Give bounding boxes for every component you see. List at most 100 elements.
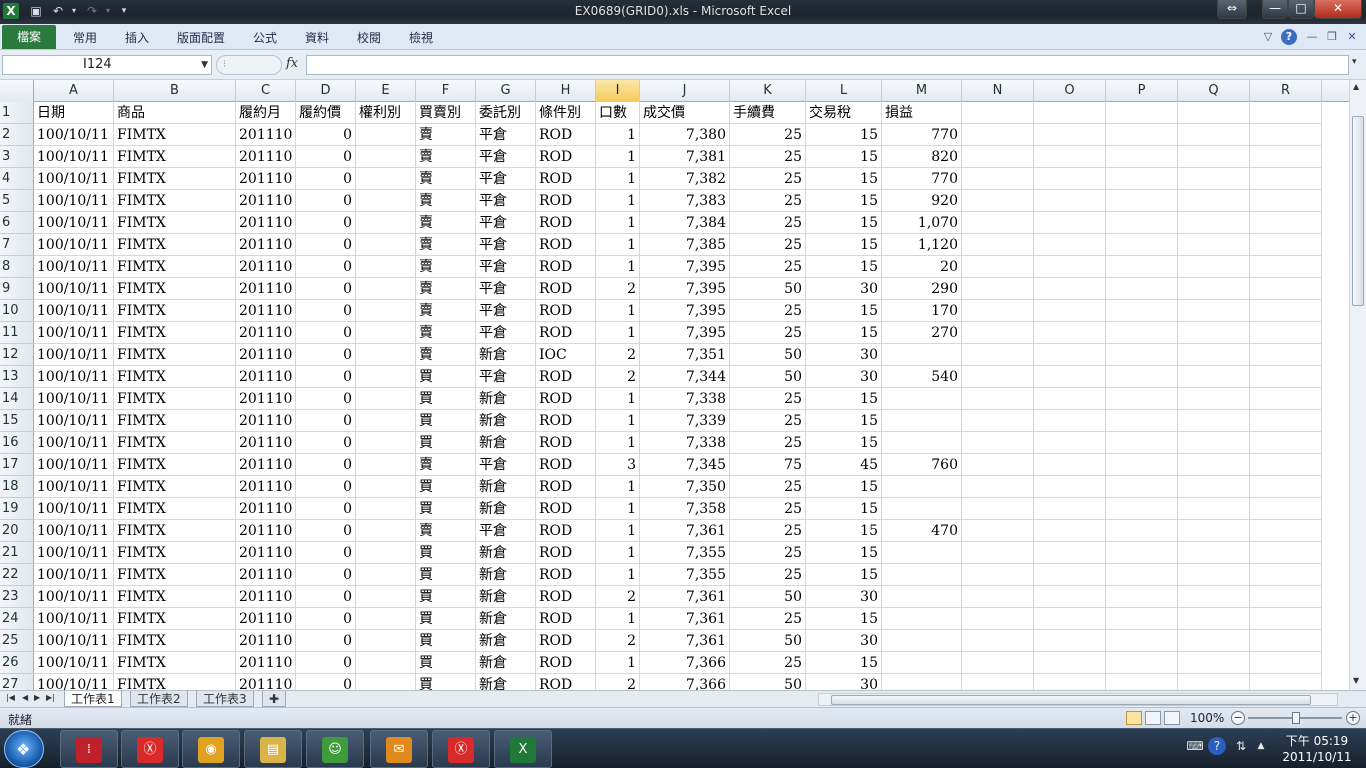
- cell-h15[interactable]: ROD: [536, 410, 596, 432]
- cell-j15[interactable]: 7,339: [640, 410, 730, 432]
- cell-q8[interactable]: [1178, 256, 1250, 278]
- cell-f23[interactable]: 買: [416, 586, 476, 608]
- sheet-tab-1[interactable]: 工作表1: [64, 691, 122, 707]
- name-box[interactable]: I124 ▼: [2, 55, 212, 75]
- cell-h23[interactable]: ROD: [536, 586, 596, 608]
- cell-h1[interactable]: 條件別: [536, 102, 596, 124]
- cell-p26[interactable]: [1106, 652, 1178, 674]
- vertical-scroll-thumb[interactable]: [1352, 116, 1364, 306]
- cell-a6[interactable]: 100/10/11: [34, 212, 114, 234]
- cell-b5[interactable]: FIMTX: [114, 190, 236, 212]
- cell-n3[interactable]: [962, 146, 1034, 168]
- cell-q13[interactable]: [1178, 366, 1250, 388]
- cell-l26[interactable]: 15: [806, 652, 882, 674]
- zoom-level[interactable]: 100%: [1190, 711, 1224, 725]
- cell-i11[interactable]: 1: [596, 322, 640, 344]
- cell-k16[interactable]: 25: [730, 432, 806, 454]
- cell-n20[interactable]: [962, 520, 1034, 542]
- network-icon[interactable]: ⇅: [1232, 737, 1250, 755]
- cell-l15[interactable]: 15: [806, 410, 882, 432]
- cell-p3[interactable]: [1106, 146, 1178, 168]
- cell-q14[interactable]: [1178, 388, 1250, 410]
- close-button[interactable]: ✕: [1314, 0, 1362, 19]
- cell-n7[interactable]: [962, 234, 1034, 256]
- cell-n4[interactable]: [962, 168, 1034, 190]
- cell-n16[interactable]: [962, 432, 1034, 454]
- cell-h6[interactable]: ROD: [536, 212, 596, 234]
- cell-o17[interactable]: [1034, 454, 1106, 476]
- cell-p14[interactable]: [1106, 388, 1178, 410]
- cell-j14[interactable]: 7,338: [640, 388, 730, 410]
- cell-r3[interactable]: [1250, 146, 1322, 168]
- cell-e10[interactable]: [356, 300, 416, 322]
- cell-b9[interactable]: FIMTX: [114, 278, 236, 300]
- cell-c5[interactable]: 201110: [236, 190, 296, 212]
- cell-o15[interactable]: [1034, 410, 1106, 432]
- taskbar-button-2[interactable]: Ⓧ: [121, 730, 179, 768]
- formula-input[interactable]: [306, 55, 1349, 75]
- tab-file[interactable]: 檔案: [2, 25, 56, 49]
- vertical-scrollbar[interactable]: ▲ ▼: [1349, 80, 1366, 690]
- cell-d15[interactable]: 0: [296, 410, 356, 432]
- cell-f20[interactable]: 賣: [416, 520, 476, 542]
- cell-l2[interactable]: 15: [806, 124, 882, 146]
- cell-r17[interactable]: [1250, 454, 1322, 476]
- cell-o18[interactable]: [1034, 476, 1106, 498]
- cell-b25[interactable]: FIMTX: [114, 630, 236, 652]
- cell-f8[interactable]: 賣: [416, 256, 476, 278]
- cell-c20[interactable]: 201110: [236, 520, 296, 542]
- cell-l17[interactable]: 45: [806, 454, 882, 476]
- cell-h26[interactable]: ROD: [536, 652, 596, 674]
- cell-a8[interactable]: 100/10/11: [34, 256, 114, 278]
- cell-c25[interactable]: 201110: [236, 630, 296, 652]
- cell-a16[interactable]: 100/10/11: [34, 432, 114, 454]
- scroll-up-icon[interactable]: ▲: [1353, 82, 1359, 91]
- cell-b22[interactable]: FIMTX: [114, 564, 236, 586]
- cell-r15[interactable]: [1250, 410, 1322, 432]
- row-header[interactable]: 3: [0, 146, 34, 168]
- cell-b13[interactable]: FIMTX: [114, 366, 236, 388]
- cell-f4[interactable]: 賣: [416, 168, 476, 190]
- cell-n2[interactable]: [962, 124, 1034, 146]
- cell-p10[interactable]: [1106, 300, 1178, 322]
- row-header[interactable]: 2: [0, 124, 34, 146]
- cell-j9[interactable]: 7,395: [640, 278, 730, 300]
- cell-m7[interactable]: 1,120: [882, 234, 962, 256]
- cell-j7[interactable]: 7,385: [640, 234, 730, 256]
- cell-e11[interactable]: [356, 322, 416, 344]
- cell-a10[interactable]: 100/10/11: [34, 300, 114, 322]
- cell-i26[interactable]: 1: [596, 652, 640, 674]
- row-header[interactable]: 5: [0, 190, 34, 212]
- formula-bar-resize-handle[interactable]: ⁝: [216, 55, 282, 75]
- row-header[interactable]: 7: [0, 234, 34, 256]
- tab-review[interactable]: 校閱: [357, 29, 381, 46]
- cell-h24[interactable]: ROD: [536, 608, 596, 630]
- cell-j21[interactable]: 7,355: [640, 542, 730, 564]
- cell-e22[interactable]: [356, 564, 416, 586]
- cell-q22[interactable]: [1178, 564, 1250, 586]
- cell-q5[interactable]: [1178, 190, 1250, 212]
- cell-b3[interactable]: FIMTX: [114, 146, 236, 168]
- cell-g20[interactable]: 平倉: [476, 520, 536, 542]
- cell-a9[interactable]: 100/10/11: [34, 278, 114, 300]
- cell-p11[interactable]: [1106, 322, 1178, 344]
- cell-a24[interactable]: 100/10/11: [34, 608, 114, 630]
- column-header-a[interactable]: A: [34, 80, 114, 102]
- cell-d1[interactable]: 履約價: [296, 102, 356, 124]
- cell-c23[interactable]: 201110: [236, 586, 296, 608]
- cell-e23[interactable]: [356, 586, 416, 608]
- cell-r25[interactable]: [1250, 630, 1322, 652]
- cell-i5[interactable]: 1: [596, 190, 640, 212]
- cell-i14[interactable]: 1: [596, 388, 640, 410]
- row-header[interactable]: 9: [0, 278, 34, 300]
- cell-l4[interactable]: 15: [806, 168, 882, 190]
- row-header[interactable]: 18: [0, 476, 34, 498]
- column-header-q[interactable]: Q: [1178, 80, 1250, 102]
- cell-g22[interactable]: 新倉: [476, 564, 536, 586]
- cell-m19[interactable]: [882, 498, 962, 520]
- cell-o23[interactable]: [1034, 586, 1106, 608]
- cell-k22[interactable]: 25: [730, 564, 806, 586]
- cell-h27[interactable]: ROD: [536, 674, 596, 690]
- cell-o26[interactable]: [1034, 652, 1106, 674]
- cell-n6[interactable]: [962, 212, 1034, 234]
